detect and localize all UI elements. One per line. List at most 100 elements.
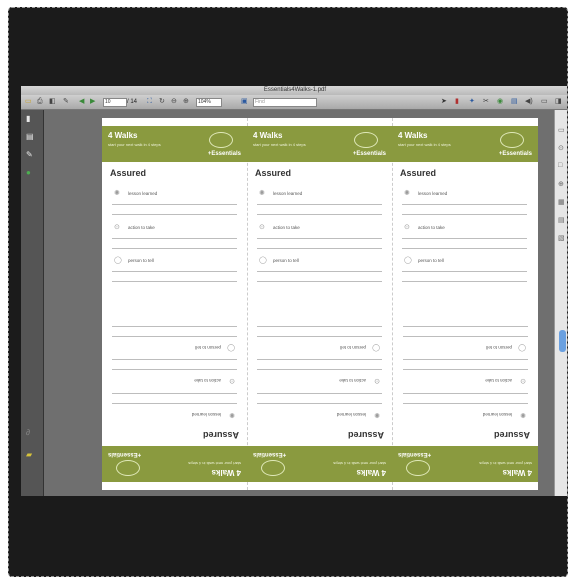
fullscreen-icon[interactable]: ▭ (541, 98, 548, 106)
write-line (112, 204, 237, 205)
window-title: Essentials4Walks-1.pdf (263, 87, 327, 93)
next-page-icon[interactable]: ▶ (90, 98, 95, 106)
write-line (403, 403, 528, 404)
cloud-icon (406, 460, 430, 476)
bookmarks-icon[interactable]: ▤ (26, 132, 34, 141)
lightbulb-icon: ✺ (404, 190, 410, 197)
card-header-subtitle: start your next walk in 4 steps (108, 142, 161, 147)
card-column: 4 Walks start your next walk in 4 steps … (392, 118, 538, 490)
card-header: 4 Walks start your next walk in 4 steps … (392, 446, 538, 482)
toolbar: ▭ ⎙ ◧ ✎ ◀ ▶ 10 / 14 ⛶ ↻ ⊖ ⊕ 104% ▣ Find … (21, 95, 567, 110)
panel-icon[interactable]: ◨ (555, 98, 562, 106)
card-title: Assured (202, 430, 239, 440)
text-icon[interactable]: ▤ (558, 216, 565, 224)
brand-label: +Essentials (498, 151, 532, 157)
brand-label: +Essentials (352, 151, 386, 157)
attachment-icon[interactable]: ∂ (26, 428, 30, 437)
write-line (112, 336, 237, 337)
zoom-select[interactable]: 104% (196, 98, 222, 107)
shape-icon[interactable]: □ (558, 162, 562, 169)
write-line (402, 248, 527, 249)
row-label: action to take (273, 225, 300, 230)
card-title: Assured (493, 430, 530, 440)
write-line (403, 336, 528, 337)
pointer-icon[interactable]: ➤ (441, 98, 447, 106)
zoom-out-icon[interactable]: ⊖ (171, 98, 177, 106)
write-line (112, 393, 237, 394)
card-header: 4 Walks start your next walk in 4 steps … (392, 126, 538, 162)
write-line (403, 393, 528, 394)
write-line (112, 359, 237, 360)
right-toolbar: ▭ ⊙ □ ⊕ ▦ ▤ ▧ (554, 110, 567, 496)
prev-page-icon[interactable]: ◀ (79, 98, 84, 106)
attach-icon[interactable]: ◉ (497, 98, 503, 106)
cloud-icon (261, 460, 285, 476)
cloud-icon (209, 132, 233, 148)
write-line (257, 238, 382, 239)
highlight-icon[interactable]: ▮ (455, 98, 459, 106)
write-line (112, 403, 237, 404)
card-header-title: 4 Walks (211, 468, 242, 477)
row-label: action to take (128, 225, 155, 230)
image-icon[interactable]: ▦ (558, 198, 565, 206)
brand-label: +Essentials (108, 451, 142, 457)
view-mode-icon[interactable]: ▣ (241, 98, 248, 106)
thumbnails-icon[interactable]: ▮ (26, 114, 30, 123)
card-header-subtitle: start your next walk in 4 steps (188, 461, 241, 466)
fit-icon[interactable]: ⛶ (147, 98, 152, 106)
card-flipped: 4 Walks start your next walk in 4 steps … (102, 304, 247, 490)
play-icon: ⊙ (259, 224, 265, 231)
card-header-title: 4 Walks (398, 131, 428, 140)
print-icon[interactable]: ⎙ (37, 98, 43, 106)
rotate-icon[interactable]: ↻ (159, 98, 165, 106)
row-label: action to take (339, 378, 366, 383)
card-header-title: 4 Walks (108, 131, 138, 140)
annotations-icon[interactable]: ✎ (26, 150, 33, 159)
write-line (112, 248, 237, 249)
card-flipped: 4 Walks start your next walk in 4 steps … (247, 304, 392, 490)
comment-icon[interactable]: ▭ (558, 126, 565, 134)
scrollbar-thumb[interactable] (559, 330, 566, 352)
page-number-input[interactable]: 10 (103, 98, 127, 107)
zoom-in-icon[interactable]: ⊕ (183, 98, 189, 106)
brand-label: +Essentials (207, 151, 241, 157)
play-icon: ⊙ (229, 377, 235, 384)
search-input[interactable]: Find (253, 98, 317, 107)
card-column: 4 Walks start your next walk in 4 steps … (247, 118, 393, 490)
left-sidebar: ▮ ▤ ✎ ● ∂ ▰ (21, 110, 44, 496)
sidebar-toggle-icon[interactable]: ▭ (25, 98, 32, 106)
card-header-subtitle: start your next walk in 4 steps (253, 142, 306, 147)
card-column: 4 Walks start your next walk in 4 steps … (102, 118, 248, 490)
speech-icon: ◯ (259, 257, 267, 264)
write-line (257, 326, 382, 327)
row-label: action to take (418, 225, 445, 230)
tools-icon[interactable]: ✦ (469, 98, 475, 106)
speech-icon: ◯ (372, 344, 380, 351)
status-icon[interactable]: ● (26, 168, 31, 177)
row-label: person to tell (340, 345, 366, 350)
write-line (257, 271, 382, 272)
card-flipped: 4 Walks start your next walk in 4 steps … (392, 304, 538, 490)
card-header: 4 Walks start your next walk in 4 steps … (102, 446, 247, 482)
play-icon: ⊙ (520, 377, 526, 384)
row-label: person to tell (273, 258, 299, 263)
stamp-icon[interactable]: ⊙ (558, 144, 564, 152)
write-line (257, 336, 382, 337)
annotate-icon[interactable]: ✎ (63, 98, 69, 106)
document-area[interactable]: 4 Walks start your next walk in 4 steps … (44, 110, 554, 496)
sound-icon[interactable]: ◀) (525, 98, 533, 106)
folder-icon[interactable]: ▰ (26, 450, 32, 459)
row-label: lesson learned (273, 191, 303, 196)
page-total: / 14 (127, 99, 138, 105)
share-icon[interactable]: ▤ (511, 98, 518, 106)
nav-back-icon[interactable]: ◧ (49, 98, 56, 106)
card-header-title: 4 Walks (356, 468, 387, 477)
write-line (403, 326, 528, 327)
edit-icon[interactable]: ✂ (483, 98, 489, 106)
row-label: lesson learned (482, 412, 512, 417)
write-line (112, 326, 237, 327)
sign-icon[interactable]: ▧ (558, 234, 565, 242)
write-line (402, 271, 527, 272)
link-icon[interactable]: ⊕ (558, 180, 564, 188)
row-label: lesson learned (336, 412, 366, 417)
